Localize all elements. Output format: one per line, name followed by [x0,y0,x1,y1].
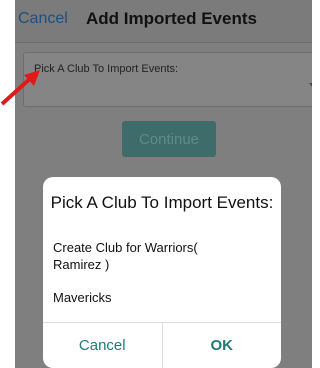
page-title: Add Imported Events [86,9,257,28]
dialog-title: Pick A Club To Import Events: [50,193,274,212]
dialog-option-mavericks[interactable]: Mavericks [53,289,112,306]
club-picker-label: Pick A Club To Import Events: [34,63,179,75]
dialog-option-create-club[interactable]: Create Club for Warriors( Ramirez ) [53,239,213,273]
club-picker[interactable]: Pick A Club To Import Events: [23,52,312,107]
nav-cancel-button[interactable]: Cancel [18,10,68,28]
chevron-down-icon [309,83,312,89]
red-arrow-annotation-icon [0,70,40,106]
club-select-dialog: Pick A Club To Import Events: Create Clu… [43,177,281,368]
dialog-cancel-button[interactable]: Cancel [43,323,163,368]
navbar: Cancel Add Imported Events [15,0,312,43]
dialog-actions: Cancel OK [43,322,281,368]
continue-button[interactable]: Continue [122,121,216,157]
dialog-ok-button[interactable]: OK [163,323,282,368]
